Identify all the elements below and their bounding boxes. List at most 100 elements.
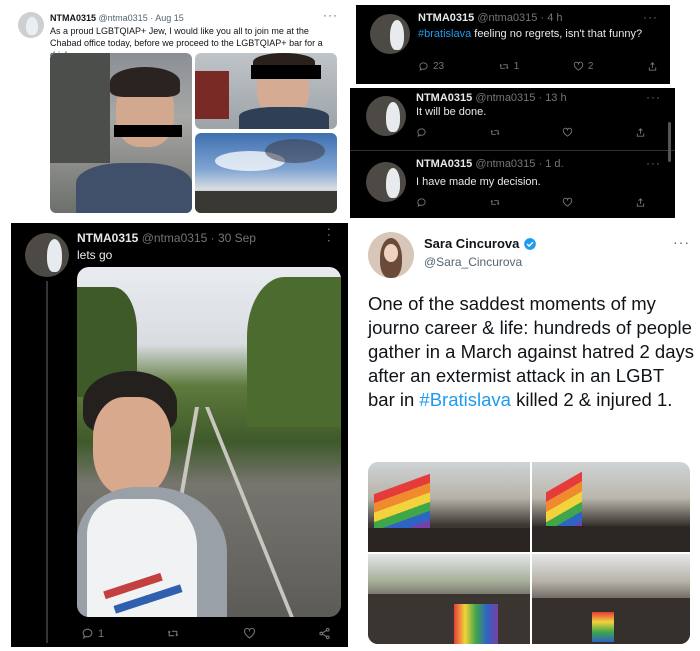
timestamp[interactable]: · 4 h <box>540 12 562 24</box>
action-bar: 23 1 2 <box>418 61 658 72</box>
handle[interactable]: @ntma0315 <box>477 12 537 24</box>
timestamp[interactable]: · 30 Sep <box>211 231 256 245</box>
avatar[interactable] <box>18 12 44 38</box>
display-name[interactable]: NTMA0315 <box>50 13 96 23</box>
action-bar <box>416 127 646 138</box>
hashtag-link[interactable]: #Bratislava <box>419 389 511 410</box>
reply-count: 23 <box>433 61 445 72</box>
share-icon[interactable] <box>635 127 646 138</box>
timestamp[interactable]: · Aug 15 <box>150 13 184 23</box>
handle[interactable]: @ntma0315 <box>99 13 148 23</box>
tweet-text-body: feeling no regrets, isn't that funny? <box>471 28 643 40</box>
timestamp[interactable]: · 13 h <box>538 92 566 104</box>
handle[interactable]: @ntma0315 <box>475 158 535 170</box>
avatar-face <box>384 244 398 262</box>
crowd <box>368 528 530 552</box>
action-bar: 1 <box>81 627 331 640</box>
like-count: 2 <box>587 61 594 72</box>
display-name[interactable]: NTMA0315 <box>418 12 474 24</box>
more-icon[interactable]: ··· <box>673 234 690 250</box>
timestamp[interactable]: · 1 d. <box>538 158 563 170</box>
heart-icon[interactable] <box>562 197 573 208</box>
photo-sky[interactable] <box>195 133 337 213</box>
heart-icon[interactable] <box>243 627 256 640</box>
tweet-30sep: NTMA0315 @ntma0315 · 30 Sep ··· lets go … <box>11 223 348 647</box>
photo-railway-selfie[interactable]: das <box>77 267 341 617</box>
more-icon[interactable]: ··· <box>646 156 661 170</box>
tweet-text: lets go <box>77 248 113 262</box>
avatar[interactable] <box>366 96 406 136</box>
avatar-figure <box>386 168 400 198</box>
avatar[interactable] <box>370 14 410 54</box>
share-icon[interactable] <box>635 197 646 208</box>
face <box>93 397 171 497</box>
retweet-icon[interactable] <box>489 127 501 138</box>
tweet-header: NTMA0315 @ntma0315 · 30 Sep <box>77 231 256 245</box>
photo-march-2[interactable] <box>532 462 690 552</box>
tweet-text: #bratislava feeling no regrets, isn't th… <box>418 27 648 41</box>
photo-selfie-building[interactable] <box>50 53 192 213</box>
more-icon[interactable]: ··· <box>646 90 661 104</box>
photo-march-1[interactable] <box>368 462 530 552</box>
heart-icon <box>573 61 583 71</box>
reply-count: 1 <box>98 627 105 640</box>
tweet-text: I have made my decision. <box>416 176 541 188</box>
action-bar <box>416 197 646 208</box>
crowd <box>532 526 690 552</box>
more-icon[interactable]: ··· <box>643 10 658 24</box>
retweet-icon <box>499 64 509 69</box>
thread-line <box>46 281 48 643</box>
display-name[interactable]: NTMA0315 <box>416 158 472 170</box>
display-name[interactable]: NTMA0315 <box>416 92 472 104</box>
display-name[interactable]: NTMA0315 <box>77 231 138 245</box>
rooftops <box>195 191 337 213</box>
retweet-icon[interactable] <box>489 197 501 208</box>
tweet-header: NTMA0315 @ntma0315 · 1 d. <box>416 158 564 170</box>
hair <box>110 67 180 97</box>
hashtag-link[interactable]: #bratislava <box>418 28 471 40</box>
reply-icon <box>419 62 428 72</box>
avatar[interactable] <box>366 162 406 202</box>
handle[interactable]: @Sara_Cincurova <box>424 255 522 269</box>
tweet-text: One of the saddest moments of my journo … <box>368 292 694 412</box>
share-icon[interactable] <box>318 627 331 640</box>
like-button[interactable]: 2 <box>573 61 594 72</box>
shirt <box>76 163 192 213</box>
redaction-bar <box>114 125 182 137</box>
tweet-aug15: NTMA0315 @ntma0315 · Aug 15 ··· As a pro… <box>10 6 344 215</box>
trees-right <box>247 277 341 427</box>
retweet-icon[interactable] <box>166 627 180 640</box>
verified-badge-icon <box>524 237 537 250</box>
tweet-4h: NTMA0315 @ntma0315 · 4 h ··· #bratislava… <box>356 5 670 84</box>
photo-march-3[interactable] <box>368 554 530 644</box>
redaction-bar <box>251 65 321 79</box>
reply-button[interactable]: 23 <box>418 61 444 72</box>
scrollbar[interactable] <box>668 122 671 162</box>
shirt <box>239 107 329 129</box>
avatar[interactable] <box>25 233 69 277</box>
photo-march-4[interactable] <box>532 554 690 644</box>
parked-car <box>195 71 229 119</box>
photo-selfie-street[interactable] <box>195 53 337 129</box>
reply-button[interactable]: 1 <box>81 627 104 640</box>
heart-icon[interactable] <box>562 127 573 138</box>
crowd <box>368 594 530 644</box>
avatar[interactable] <box>368 232 414 278</box>
share-button[interactable] <box>647 61 658 72</box>
handle[interactable]: @ntma0315 <box>475 92 535 104</box>
author-name-row: Sara Cincurova <box>424 236 537 251</box>
rainbow-flag <box>592 612 614 642</box>
divider <box>350 150 675 151</box>
reply-icon[interactable] <box>416 197 427 208</box>
tweet-header: NTMA0315 @ntma0315 · 4 h <box>418 12 562 24</box>
more-icon[interactable]: ··· <box>323 8 338 22</box>
more-icon[interactable]: ··· <box>322 227 338 244</box>
display-name[interactable]: Sara Cincurova <box>424 236 519 251</box>
reply-icon[interactable] <box>416 127 427 138</box>
avatar-figure <box>47 239 62 272</box>
handle[interactable]: @ntma0315 <box>142 231 208 245</box>
tweet-sara: Sara Cincurova @Sara_Cincurova ··· One o… <box>360 226 696 646</box>
retweet-button[interactable]: 1 <box>498 61 519 72</box>
reply-icon <box>82 628 93 640</box>
tweet-header: NTMA0315 @ntma0315 · 13 h <box>416 92 567 104</box>
